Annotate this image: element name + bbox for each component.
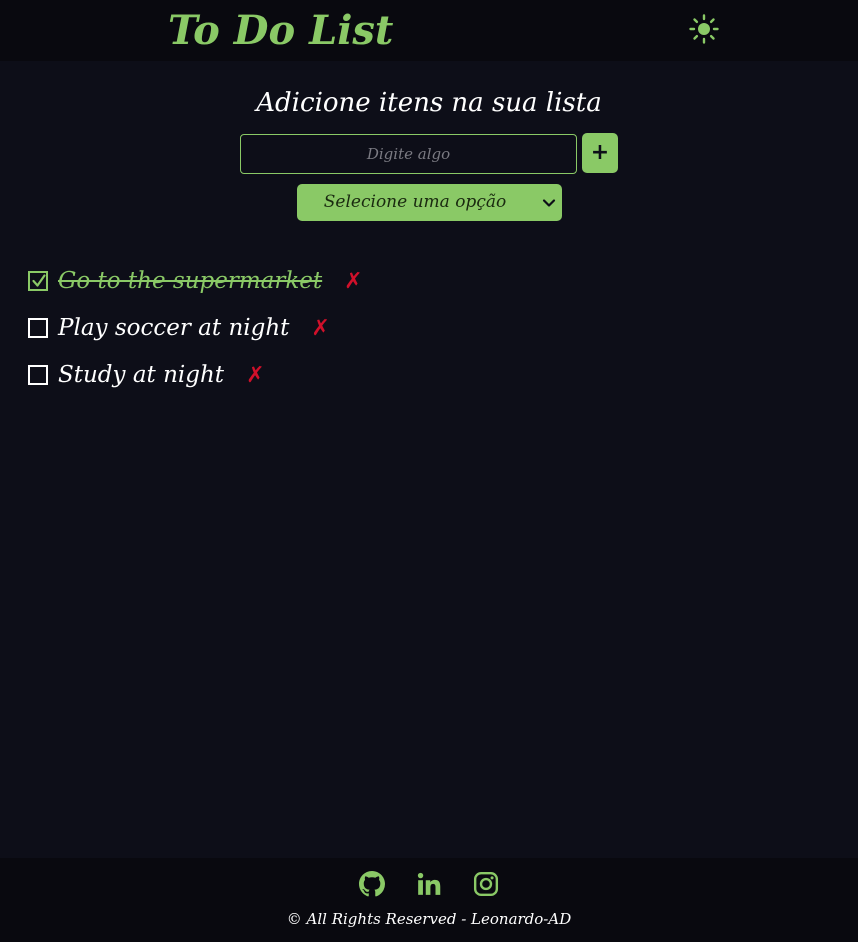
copyright-text: © All Rights Reserved - Leonardo-AD bbox=[286, 910, 572, 928]
github-link[interactable] bbox=[358, 871, 385, 897]
instagram-icon bbox=[474, 871, 499, 897]
filter-select[interactable]: Selecione uma opção bbox=[297, 184, 562, 221]
main-content: Adicione itens na sua lista + Selecione … bbox=[0, 61, 858, 858]
todo-item: Go to the supermarket ✗ bbox=[28, 261, 828, 308]
todo-label: Go to the supermarket bbox=[58, 268, 323, 294]
todo-item: Study at night ✗ bbox=[28, 355, 828, 402]
delete-icon[interactable]: ✗ bbox=[311, 311, 329, 347]
social-links bbox=[0, 871, 858, 899]
todo-label: Study at night bbox=[58, 362, 225, 388]
todo-checkbox[interactable] bbox=[28, 271, 48, 291]
filter-select-value: Selecione uma opção bbox=[323, 192, 507, 212]
todo-item: Play soccer at night ✗ bbox=[28, 308, 828, 355]
task-input[interactable] bbox=[240, 134, 577, 174]
app-header: To Do List bbox=[0, 0, 858, 61]
app-footer: © All Rights Reserved - Leonardo-AD bbox=[0, 858, 858, 942]
todo-list: Go to the supermarket ✗ Play soccer at ni… bbox=[28, 261, 828, 402]
sun-icon bbox=[689, 14, 719, 44]
todo-checkbox[interactable] bbox=[28, 318, 48, 338]
todo-text: Go to the supermarket ✗ bbox=[58, 263, 363, 300]
todo-text: Play soccer at night ✗ bbox=[58, 310, 330, 347]
check-icon bbox=[32, 274, 46, 287]
instagram-link[interactable] bbox=[473, 871, 499, 897]
page-subtitle: Adicione itens na sua lista bbox=[256, 88, 602, 118]
theme-toggle-button[interactable] bbox=[688, 13, 720, 45]
github-icon bbox=[358, 871, 385, 897]
linkedin-icon bbox=[417, 872, 441, 895]
delete-icon[interactable]: ✗ bbox=[344, 264, 362, 300]
todo-checkbox[interactable] bbox=[28, 365, 48, 385]
add-task-button[interactable]: + bbox=[582, 133, 618, 173]
todo-text: Study at night ✗ bbox=[58, 357, 265, 394]
delete-icon[interactable]: ✗ bbox=[246, 358, 264, 394]
chevron-down-icon bbox=[542, 199, 556, 207]
todo-label: Play soccer at night bbox=[58, 315, 290, 341]
app-page: To Do List Adicione itens na sua lista D… bbox=[0, 0, 858, 942]
app-title: To Do List bbox=[168, 7, 394, 54]
linkedin-link[interactable] bbox=[416, 871, 442, 897]
